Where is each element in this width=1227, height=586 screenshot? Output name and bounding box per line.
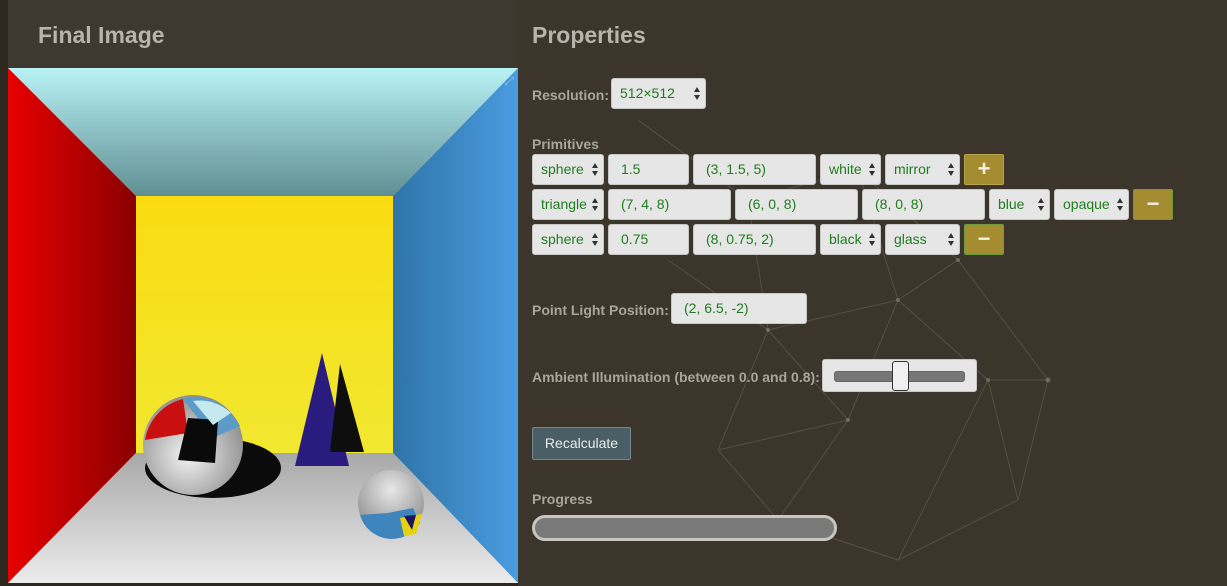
resolution-value: 512×512 (620, 85, 675, 101)
ambient-slider[interactable] (822, 359, 977, 392)
minus-icon: − (977, 226, 991, 251)
vertex3-input[interactable]: (8, 0, 8) (862, 189, 985, 220)
select-arrows-icon (948, 233, 955, 247)
progress-bar (532, 515, 837, 541)
color-value: white (829, 161, 862, 177)
final-image-panel: Final Image ⤢ (0, 0, 518, 586)
primitive-type-value: triangle (541, 196, 587, 212)
primitive-type-select[interactable]: triangle (532, 189, 604, 220)
material-value: opaque (1063, 196, 1110, 212)
final-image-title: Final Image (38, 22, 165, 48)
material-select[interactable]: glass (885, 224, 960, 255)
select-arrows-icon (592, 233, 599, 247)
center-input[interactable]: (3, 1.5, 5) (693, 154, 816, 185)
material-value: glass (894, 231, 927, 247)
color-select[interactable]: black (820, 224, 881, 255)
rendered-image: ⤢ (8, 68, 518, 583)
material-value: mirror (894, 161, 931, 177)
resolution-label: Resolution: (532, 87, 609, 103)
ambient-label: Ambient Illumination (between 0.0 and 0.… (532, 369, 820, 385)
recalculate-button[interactable]: Recalculate (532, 427, 631, 460)
final-image-header: Final Image (8, 0, 518, 68)
select-arrows-icon (1038, 198, 1045, 212)
progress-label: Progress (532, 491, 593, 507)
primitive-type-select[interactable]: sphere (532, 154, 604, 185)
select-arrows-icon (869, 233, 876, 247)
remove-primitive-button[interactable]: − (1133, 189, 1173, 220)
color-value: black (829, 231, 862, 247)
primitive-type-select[interactable]: sphere (532, 224, 604, 255)
select-arrows-icon (869, 163, 876, 177)
primitive-type-value: sphere (541, 161, 584, 177)
color-value: blue (998, 196, 1025, 212)
primitives-label: Primitives (532, 136, 599, 152)
select-arrows-icon (1117, 198, 1124, 212)
resolution-select[interactable]: 512×512 (611, 78, 706, 109)
vertex2-input[interactable]: (6, 0, 8) (735, 189, 858, 220)
point-light-input[interactable]: (2, 6.5, -2) (671, 293, 807, 324)
select-arrows-icon (592, 198, 599, 212)
add-primitive-button[interactable]: + (964, 154, 1004, 185)
expand-icon[interactable]: ⤢ (504, 74, 514, 89)
color-select[interactable]: blue (989, 189, 1050, 220)
radius-input[interactable]: 1.5 (608, 154, 689, 185)
properties-panel: Properties Resolution: 512×512 Primitive… (518, 0, 1227, 586)
select-arrows-icon (948, 163, 955, 177)
color-select[interactable]: white (820, 154, 881, 185)
point-light-label: Point Light Position: (532, 302, 669, 318)
remove-primitive-button[interactable]: − (964, 224, 1004, 255)
select-arrows-icon (694, 87, 701, 101)
primitive-type-value: sphere (541, 231, 584, 247)
plus-icon: + (977, 156, 991, 181)
properties-title: Properties (532, 22, 646, 48)
material-select[interactable]: opaque (1054, 189, 1129, 220)
slider-thumb[interactable] (892, 361, 909, 391)
center-input[interactable]: (8, 0.75, 2) (693, 224, 816, 255)
minus-icon: − (1146, 191, 1160, 216)
select-arrows-icon (592, 163, 599, 177)
radius-input[interactable]: 0.75 (608, 224, 689, 255)
material-select[interactable]: mirror (885, 154, 960, 185)
vertex1-input[interactable]: (7, 4, 8) (608, 189, 731, 220)
